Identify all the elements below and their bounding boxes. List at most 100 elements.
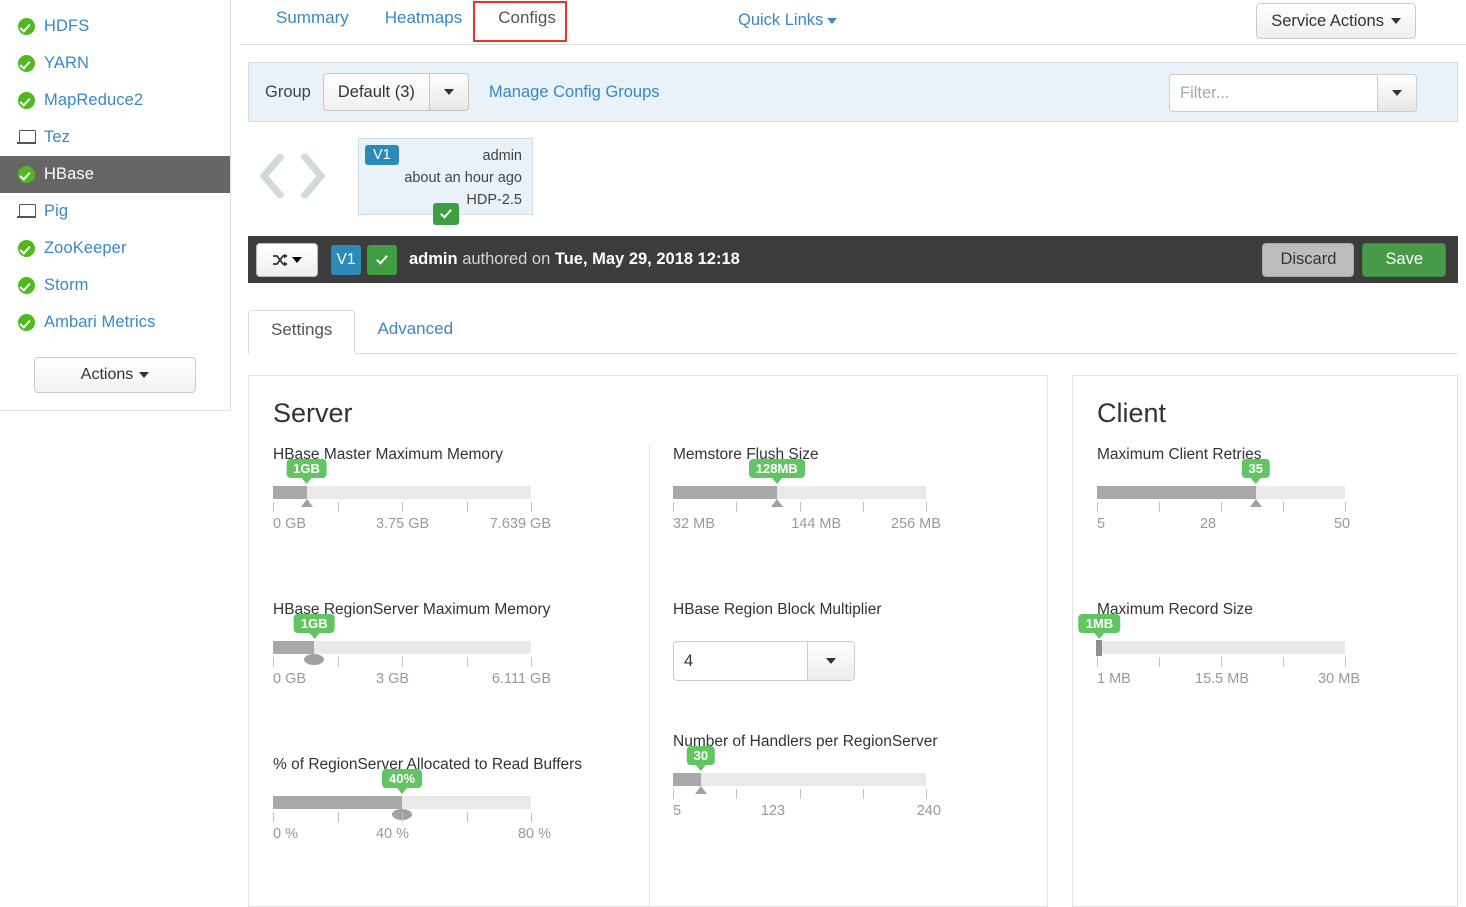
manage-config-groups-link[interactable]: Manage Config Groups [489,83,660,102]
sidebar-item-label: HDFS [44,17,90,35]
quick-links-dropdown[interactable]: Quick Links [738,11,838,30]
slider-tick [862,789,864,799]
config-slider[interactable]: 40% 0 % 40 % 80 % [273,769,551,858]
slider-ticks [1097,502,1346,512]
config-property: Maximum Client Retries 35 5 28 50 [1097,446,1405,548]
nav-tab-configs[interactable]: Configs [480,0,574,38]
slider-scale-label: 0 GB [273,671,307,687]
action-bar-left: V1 admin authored on Tue, May 29, 2018 1… [256,242,740,277]
slider-tick [1221,657,1222,667]
sidebar-item-zookeeper[interactable]: ZooKeeper [0,230,230,267]
config-version-card[interactable]: V1 admin about an hour ago HDP-2.5 [358,138,533,225]
config-tab-advanced[interactable]: Advanced [355,310,475,353]
server-panel-title: Server [273,398,353,428]
status-ok-icon [12,55,40,72]
sidebar-item-yarn[interactable]: YARN [0,45,230,82]
slider-value-tooltip: 128MB [748,459,805,478]
slider-track[interactable] [273,641,531,654]
slider-value-tooltip: 30 [686,746,716,765]
config-filter[interactable] [1169,74,1417,112]
client-monitor-icon [12,129,40,146]
config-property: % of RegionServer Allocated to Read Buff… [273,756,591,858]
slider-scale-label: 240 [916,803,941,819]
slider-scale-label: 3.75 GB [376,516,430,532]
slider-track[interactable] [273,796,531,809]
ambari-hbase-configs-page: HDFS YARN MapReduce2 Tez HBase Pig ZooKeeper St… [0,0,1466,907]
slider-tick [1097,657,1098,667]
sidebar-item-label: Ambari Metrics [44,313,156,331]
status-ok-icon [12,166,40,183]
slider-value-tooltip: 1GB [293,614,335,633]
sidebar-actions-button[interactable]: Actions [34,357,196,393]
slider-filled-track [673,773,701,786]
sidebar-item-tez[interactable]: Tez [0,119,230,156]
monitor-icon [16,203,36,220]
slider-scale-label: 0 GB [273,516,307,532]
config-slider[interactable]: 1GB 0 GB 3 GB 6.111 GB [273,614,551,703]
sidebar-item-storm[interactable]: Storm [0,267,230,304]
config-property: Number of Handlers per RegionServer 30 5 12… [673,733,986,835]
filter-dropdown-arrow[interactable] [1377,74,1417,112]
slider-filled-track [273,641,315,654]
slider-scale-labels: 0 GB 3 GB 6.111 GB [273,671,551,691]
slider-track[interactable] [673,773,926,786]
nav-tab-summary[interactable]: Summary [258,0,367,38]
filter-input[interactable] [1169,74,1377,112]
sidebar-item-ambari-metrics[interactable]: Ambari Metrics [0,304,230,341]
slider-scale-label: 0 % [273,826,298,842]
slider-scale-labels: 1 MB 15.5 MB 30 MB [1097,671,1360,691]
config-slider[interactable]: 35 5 28 50 [1097,459,1350,548]
service-actions-button[interactable]: Service Actions [1256,3,1416,39]
slider-tick [402,657,403,667]
nav-tab-heatmaps[interactable]: Heatmaps [367,0,480,38]
sidebar-item-hbase[interactable]: HBase [0,156,230,193]
sidebar-item-pig[interactable]: Pig [0,193,230,230]
slider-track[interactable] [273,486,531,499]
slider-tick [466,502,468,512]
region-block-multiplier-select[interactable]: 4 [673,641,855,681]
action-bar-current-check-icon [367,244,397,275]
slider-ticks [673,502,927,512]
slider-tick [273,657,274,667]
slider-ticks [273,657,532,667]
config-slider[interactable]: 1MB 1 MB 15.5 MB 30 MB [1078,614,1360,703]
panel-column-divider [649,444,650,907]
slider-value-tooltip: 40% [381,769,423,788]
slider-track[interactable] [1097,641,1345,654]
slider-ticks [673,789,927,799]
config-property: HBase Region Block Multiplier 4 [673,601,986,681]
slider-handle[interactable] [1096,640,1103,656]
sidebar-item-label: YARN [44,54,90,72]
checkmark-icon [439,206,452,219]
slider-tick [862,502,864,512]
config-slider[interactable]: 128MB 32 MB 144 MB 256 MB [673,459,941,548]
check-circle-icon [17,18,35,35]
config-tab-settings[interactable]: Settings [248,310,356,354]
slider-scale-labels: 5 123 240 [673,803,941,823]
sidebar-item-mapreduce2[interactable]: MapReduce2 [0,82,230,119]
chevron-down-icon [292,256,302,263]
config-slider[interactable]: 1GB 0 GB 3.75 GB 7.639 GB [273,459,551,548]
slider-track[interactable] [1097,486,1345,499]
slider-scale-label: 256 MB [890,516,941,532]
config-group-dropdown-arrow[interactable] [428,73,469,111]
config-version-action-bar: V1 admin authored on Tue, May 29, 2018 1… [248,236,1458,283]
config-slider[interactable]: 30 5 123 240 [673,746,941,835]
discard-button[interactable]: Discard [1262,242,1355,277]
slider-track[interactable] [673,486,926,499]
save-button[interactable]: Save [1362,242,1446,277]
select-dropdown-arrow[interactable] [807,641,855,681]
compare-versions-button[interactable] [256,242,318,277]
slider-ticks [273,812,532,822]
version-prev-arrow[interactable] [258,154,284,198]
version-next-arrow[interactable] [300,154,326,198]
chevron-down-icon [443,89,454,95]
config-property-label: Number of Handlers per RegionServer [673,733,938,750]
sidebar-item-label: Storm [44,276,89,294]
sidebar-item-hdfs[interactable]: HDFS [0,8,230,45]
config-group-select[interactable]: Default (3) [322,73,469,111]
slider-value-tooltip: 1MB [1078,614,1121,633]
slider-scale-label: 50 [1333,516,1351,532]
monitor-icon [16,129,36,146]
slider-scale-label: 5 [1097,516,1106,532]
